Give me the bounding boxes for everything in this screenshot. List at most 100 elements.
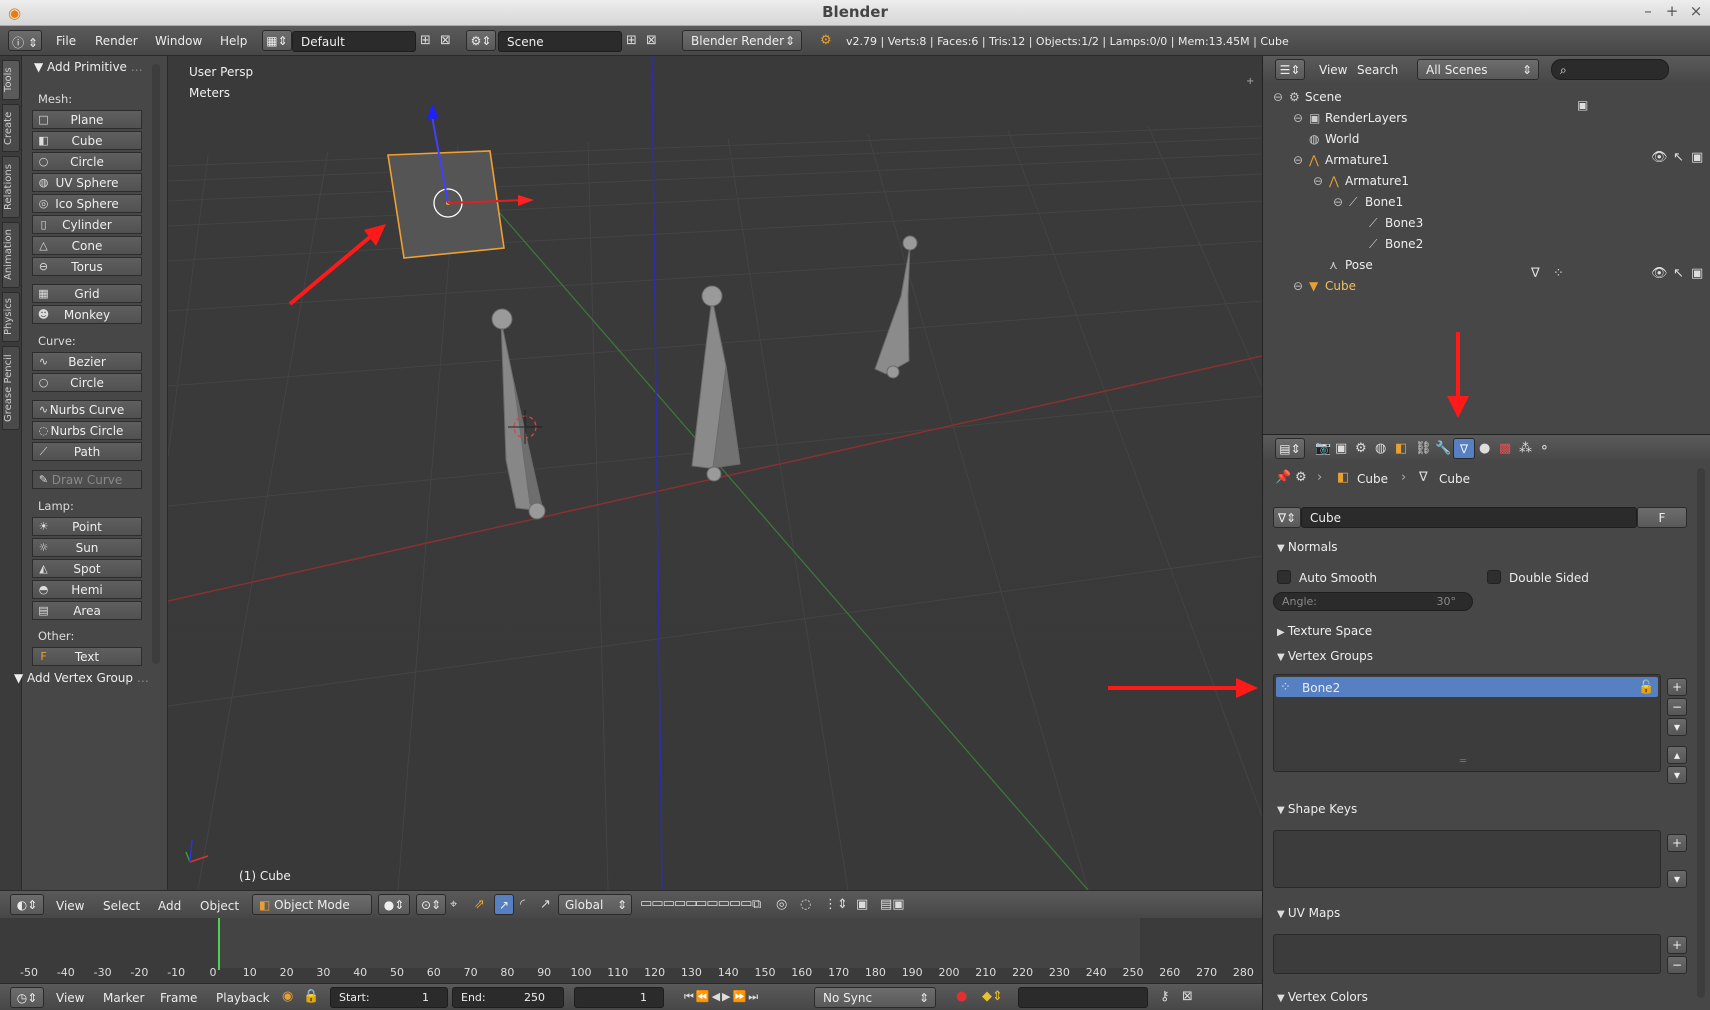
scene-selector[interactable]: Scene	[498, 31, 622, 52]
transform-orientation-selector[interactable]: Global ⇕	[558, 894, 632, 915]
record-icon[interactable]: ●	[956, 989, 967, 1004]
render-layers-tab-icon[interactable]: ▣	[1335, 441, 1347, 456]
armature-render-icon[interactable]: ▣	[1691, 150, 1703, 165]
add-cube-button[interactable]: ◧ Cube	[32, 131, 142, 150]
armature-selectable-icon[interactable]: ↖	[1673, 150, 1684, 165]
menu-view[interactable]: View	[56, 899, 84, 913]
properties-scrollbar[interactable]	[1697, 468, 1705, 998]
sync-mode-selector[interactable]: No Sync ⇕	[814, 987, 936, 1008]
menu-window[interactable]: Window	[155, 34, 202, 48]
add-path-button[interactable]: ⟋ Path	[32, 442, 142, 461]
add-layout-icon[interactable]: ⊞	[420, 33, 431, 48]
snap-toggle-icon[interactable]: ◌	[800, 897, 811, 912]
cube-selectable-icon[interactable]: ↖	[1673, 266, 1684, 281]
angle-field[interactable]: Angle: 30°	[1273, 592, 1473, 611]
scene-layers-b-icon[interactable]: ▭▭▭▭▭	[695, 896, 752, 911]
add-monkey-button[interactable]: ☻ Monkey	[32, 305, 142, 324]
playback-controls-icon[interactable]: ⏮⏪◀▶⏩⏭	[684, 990, 760, 1004]
menu-render[interactable]: Render	[95, 34, 138, 48]
menu-help[interactable]: Help	[220, 34, 247, 48]
object-mode-selector[interactable]: ◧ Object Mode	[252, 894, 372, 915]
add-torus-button[interactable]: ⊖ Torus	[32, 257, 142, 276]
lock-range-icon[interactable]: 🔒	[303, 989, 319, 1004]
menu-add[interactable]: Add	[158, 899, 181, 913]
outliner-item[interactable]: ⊖ ▣ RenderLayers	[1293, 111, 1407, 125]
outliner-item[interactable]: ⟋ Bone2	[1353, 237, 1423, 252]
editor-type-properties-icon[interactable]: ▤⇕	[1275, 438, 1305, 459]
add-curve-circle-button[interactable]: ○ Circle	[32, 373, 142, 392]
expand-toggle-icon[interactable]: ⊖	[1293, 279, 1309, 293]
add-primitive-header[interactable]: ▼ Add Primitive …	[34, 60, 143, 74]
snap-element-icon[interactable]: ⋮⇕	[824, 897, 848, 912]
opengl-render-icon[interactable]: ▣	[856, 897, 868, 912]
tab-physics[interactable]: Physics	[2, 292, 20, 342]
add-hemi-lamp-button[interactable]: ◓ Hemi	[32, 580, 142, 599]
draw-curve-button[interactable]: ✎ Draw Curve	[32, 470, 142, 489]
add-spot-lamp-button[interactable]: ◭ Spot	[32, 559, 142, 578]
add-nurbs-circle-button[interactable]: ◌ Nurbs Circle	[32, 421, 142, 440]
texture-space-panel-header[interactable]: Texture Space	[1277, 624, 1372, 638]
mesh-name-field[interactable]: Cube	[1301, 507, 1637, 528]
add-uv-sphere-button[interactable]: ◍ UV Sphere	[32, 173, 142, 192]
scene-tab-icon[interactable]: ⚙	[1355, 441, 1367, 456]
add-bezier-button[interactable]: ∿ Bezier	[32, 352, 142, 371]
remove-layout-icon[interactable]: ⊠	[440, 33, 451, 48]
remove-scene-icon[interactable]: ⊠	[646, 33, 657, 48]
render-tab-icon[interactable]: 📷	[1315, 441, 1331, 456]
menu-timeline-view[interactable]: View	[56, 991, 84, 1005]
add-sun-lamp-button[interactable]: ☼ Sun	[32, 538, 142, 557]
outliner-item[interactable]: ⊖ ⋀ Armature1	[1293, 153, 1389, 167]
vertex-groups-panel-header[interactable]: Vertex Groups	[1277, 649, 1373, 663]
constraints-tab-icon[interactable]: ⛓	[1415, 441, 1432, 456]
layout-selector[interactable]: Default	[292, 31, 416, 52]
add-circle-button[interactable]: ○ Circle	[32, 152, 142, 171]
texture-tab-icon[interactable]: ▩	[1499, 441, 1511, 456]
close-icon[interactable]: ×	[1686, 2, 1706, 20]
add-vertex-group-button[interactable]: +	[1667, 678, 1687, 696]
menu-outliner-search[interactable]: Search	[1357, 63, 1398, 77]
editor-type-timeline-icon[interactable]: ◷⇕	[10, 987, 44, 1008]
proportional-edit-icon[interactable]: ◎	[776, 897, 787, 912]
normals-panel-header[interactable]: Normals	[1277, 540, 1338, 554]
add-grid-button[interactable]: ▦ Grid	[32, 284, 142, 303]
modifiers-tab-icon[interactable]: 🔧	[1435, 441, 1451, 456]
menu-select[interactable]: Select	[103, 899, 140, 913]
add-ico-sphere-button[interactable]: ◎ Ico Sphere	[32, 194, 142, 213]
end-frame-field[interactable]: End: 250	[452, 987, 564, 1008]
uv-maps-panel-header[interactable]: UV Maps	[1277, 906, 1340, 920]
layout-grid-icon[interactable]: ▦⇕	[262, 30, 292, 51]
shape-key-specials-button[interactable]: ▾	[1667, 870, 1687, 888]
render-engine-selector[interactable]: Blender Render ⇕	[682, 30, 802, 51]
expand-toggle-icon[interactable]: ⊖	[1293, 111, 1309, 125]
armature-visibility-eye-icon[interactable]: 👁	[1651, 150, 1668, 165]
manipulator-toggle-icon[interactable]: ⌖	[450, 897, 457, 912]
add-point-lamp-button[interactable]: ☀ Point	[32, 517, 142, 536]
object-tab-icon[interactable]: ◧	[1395, 441, 1407, 456]
translate-manipulator-icon[interactable]: ⇗	[474, 897, 485, 912]
mesh-data-tab-icon[interactable]: ∇	[1453, 438, 1475, 459]
maximize-icon[interactable]: +	[1662, 2, 1682, 20]
layer-lock-icon[interactable]: ⧉	[752, 897, 761, 912]
expand-toggle-icon[interactable]: ⊖	[1313, 174, 1329, 188]
outliner-item[interactable]: ⊖ ⋀ Armature1	[1313, 174, 1409, 188]
timeline-area[interactable]: -50 -40 -30 -20 -10 0 10 20 30 40 50 60 70 80 90 100 110…	[0, 918, 1262, 983]
move-vertex-group-up-button[interactable]: ▴	[1667, 746, 1687, 764]
menu-frame[interactable]: Frame	[160, 991, 197, 1005]
scene-icon[interactable]: ⚙⇕	[466, 30, 496, 51]
outliner-item[interactable]: ◍ World	[1293, 132, 1359, 146]
vertex-group-specials-button[interactable]: ▾	[1667, 718, 1687, 736]
menu-marker[interactable]: Marker	[103, 991, 144, 1005]
expand-toggle-icon[interactable]: ⊖	[1273, 90, 1289, 104]
current-frame-field[interactable]: 1	[574, 987, 664, 1008]
tool-shelf-scrollbar[interactable]	[152, 64, 160, 664]
tab-grease-pencil[interactable]: Grease Pencil	[2, 346, 20, 430]
menu-object[interactable]: Object	[200, 899, 239, 913]
selected-cube-object[interactable]	[387, 150, 505, 259]
world-tab-icon[interactable]: ◍	[1375, 441, 1386, 456]
menu-outliner-view[interactable]: View	[1319, 63, 1347, 77]
insert-keyframe-icon[interactable]: ⚷	[1160, 989, 1170, 1004]
list-resize-grip-icon[interactable]: ═	[1460, 756, 1466, 767]
fake-user-button[interactable]: F	[1637, 507, 1687, 528]
scale-manipulator-icon[interactable]: ◜	[520, 897, 525, 912]
viewport-shading-selector[interactable]: ●⇕	[378, 894, 410, 915]
